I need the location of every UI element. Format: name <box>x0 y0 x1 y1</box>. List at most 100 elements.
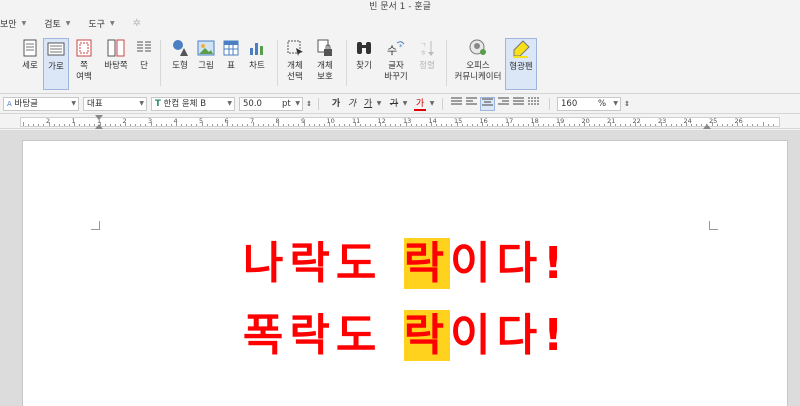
align-justify-button[interactable] <box>450 97 463 111</box>
ruler-tick <box>431 122 432 126</box>
strikethrough-button[interactable]: 가 <box>389 97 399 111</box>
ruler-tick <box>155 124 157 126</box>
ruler-tick <box>160 124 162 126</box>
ruler-tick <box>349 124 351 126</box>
replace-label-2: 바꾸기 <box>384 72 408 82</box>
ruler-tick <box>221 124 223 126</box>
master-page-icon <box>106 38 126 58</box>
format-separator <box>549 98 550 110</box>
landscape-button[interactable]: 가로 <box>43 38 69 90</box>
office-communicator-button[interactable]: 오피스 커뮤니케이터 <box>452 38 504 90</box>
highlighter-button[interactable]: 형광펜 <box>505 38 537 90</box>
ruler-tick <box>527 124 529 126</box>
indent-marker-icon[interactable] <box>95 115 103 120</box>
portrait-button[interactable]: 세로 <box>17 38 43 90</box>
master-page-button[interactable]: 바탕쪽 <box>101 38 131 90</box>
chevron-down-icon[interactable]: ▼ <box>376 97 382 111</box>
ruler-tick <box>471 124 473 126</box>
bold-button[interactable]: 가 <box>331 97 341 111</box>
ruler-tick <box>68 124 70 126</box>
svg-text:수: 수 <box>387 44 397 57</box>
ruler-tick <box>655 124 657 126</box>
document-page[interactable]: 나락도 락이다! 폭락도 락이다! <box>22 140 788 406</box>
ruler-tick <box>84 124 86 126</box>
chevron-down-icon[interactable]: ▼ <box>429 97 435 111</box>
zoom-stepper[interactable]: ⇕ <box>623 97 631 111</box>
ruler-tick <box>752 124 754 126</box>
object-select-button[interactable]: 개체 선택 <box>283 38 307 90</box>
columns-label: 단 <box>140 61 148 71</box>
chart-button[interactable]: 차트 <box>245 38 269 90</box>
chevron-down-icon: ▼ <box>109 19 115 27</box>
find-button[interactable]: 찾기 <box>352 38 376 90</box>
ruler-tick <box>272 124 274 126</box>
ruler-tick <box>262 124 264 126</box>
font-size-combo[interactable]: 50.0 pt ▼ <box>239 97 303 111</box>
ruler-tick <box>660 122 662 126</box>
align-left-icon <box>466 97 477 105</box>
ruler-tick <box>130 124 132 126</box>
shape-button[interactable]: 도형 <box>168 38 192 90</box>
menu-review[interactable]: 검토 ▼ <box>44 17 70 30</box>
italic-button[interactable]: 가 <box>347 97 357 111</box>
line1-highlighted-char: 락 <box>403 238 451 289</box>
split-distribute-button[interactable] <box>527 97 540 111</box>
highlighter-icon <box>511 39 531 59</box>
ruler-tick <box>726 124 728 126</box>
page-margin-button[interactable]: 쪽 여백 <box>72 38 96 90</box>
replace-icon: 수 * <box>386 38 406 58</box>
columns-button[interactable]: 단 <box>134 38 154 90</box>
ruler-tick <box>227 122 228 126</box>
ruler-tick <box>757 124 759 126</box>
document-line-1[interactable]: 나락도 락이다! <box>23 227 789 291</box>
table-button[interactable]: 표 <box>220 38 242 90</box>
document-line-2[interactable]: 폭락도 락이다! <box>23 299 789 363</box>
chevron-down-icon[interactable]: ▼ <box>402 97 408 111</box>
right-indent-marker-icon[interactable] <box>703 124 711 129</box>
chevron-down-icon: ▼ <box>227 100 232 107</box>
portrait-page-icon <box>20 38 40 58</box>
font-size-stepper[interactable]: ⇕ <box>305 97 313 111</box>
binoculars-icon <box>354 38 374 58</box>
font-color-button[interactable]: 가 <box>414 97 426 111</box>
sort-button[interactable]: ㄱㅎ 정렬 <box>415 38 439 90</box>
svg-text:*: * <box>399 43 403 51</box>
ribbon-separator <box>277 40 278 86</box>
menu-security[interactable]: 보안 ▼ <box>0 17 26 30</box>
indent-marker-icon[interactable] <box>95 124 103 129</box>
chevron-down-icon: ▼ <box>295 100 300 107</box>
align-right-button[interactable] <box>497 97 510 111</box>
ruler-tick <box>237 124 239 126</box>
ruler-tick <box>308 124 310 126</box>
window-title: 빈 문서 1 - 훈글 <box>369 2 431 12</box>
menu-tools[interactable]: 도구 ▼ <box>88 17 114 30</box>
ruler-tick <box>53 124 55 126</box>
horizontal-ruler[interactable]: 2 1 1 2 3 4 5 6 7 8 9 10 11 12 13 14 15 16 17 18 19 20 21 22 23 2… <box>0 115 800 129</box>
distribute-button[interactable] <box>512 97 525 111</box>
ruler-tick <box>191 124 193 126</box>
style-combo[interactable]: A 바탕글 ▼ <box>3 97 79 111</box>
ruler-tick <box>665 124 667 126</box>
ruler-tick <box>79 124 81 126</box>
picture-button[interactable]: 그림 <box>194 38 218 90</box>
gear-icon[interactable]: ✲ <box>133 18 141 29</box>
font-combo[interactable]: T 한컴 윤체 B ▼ <box>151 97 235 111</box>
align-center-button[interactable] <box>480 97 495 111</box>
ruler-tick <box>140 124 142 126</box>
ruler-tick <box>670 124 672 126</box>
ruler-tick <box>476 124 478 126</box>
ruler-tick <box>313 124 315 126</box>
master-page-label: 바탕쪽 <box>104 61 128 71</box>
zoom-combo[interactable]: 160 % ▼ <box>557 97 621 111</box>
align-left-button[interactable] <box>465 97 478 111</box>
underline-button[interactable]: 가 <box>363 97 373 111</box>
language-combo[interactable]: 대표 ▼ <box>83 97 147 111</box>
menu-security-label: 보안 <box>0 19 17 30</box>
ruler-tick <box>772 124 774 126</box>
document-canvas: 나락도 락이다! 폭락도 락이다! <box>0 130 800 406</box>
ruler-tick <box>303 122 305 126</box>
object-protect-button[interactable]: 개체 보호 <box>311 38 339 90</box>
split-distribute-icon <box>528 97 539 105</box>
replace-button[interactable]: 수 * 글자 바꾸기 <box>380 38 412 90</box>
sort-label: 정렬 <box>419 61 435 71</box>
